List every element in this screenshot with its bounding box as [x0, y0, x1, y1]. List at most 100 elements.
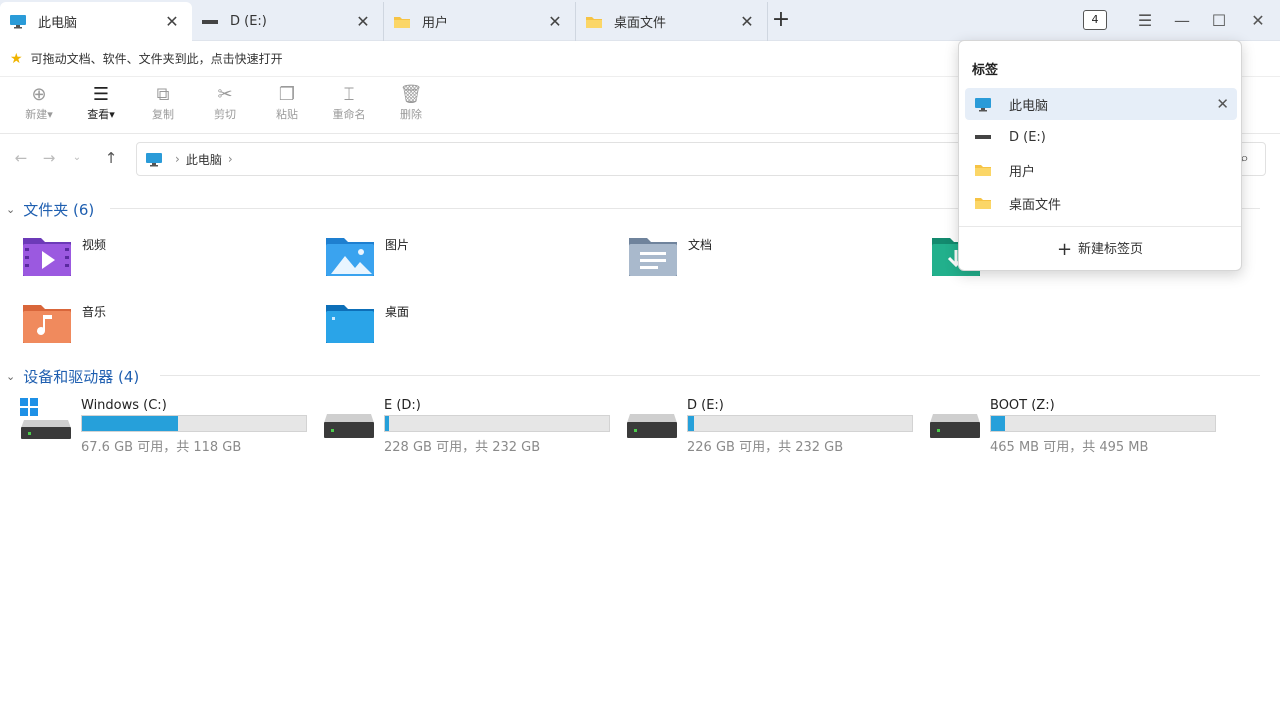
drive-usage-bar: [81, 415, 307, 432]
drive-icon: [973, 129, 993, 145]
tab-drive-e[interactable]: D (E:) ✕: [192, 2, 384, 41]
drive-usage-bar: [990, 415, 1216, 432]
new-tab-button[interactable]: +: [768, 8, 794, 34]
popup-item-drive-e[interactable]: D (E:): [965, 121, 1237, 153]
pictures-folder-icon: [326, 238, 374, 276]
drive-e[interactable]: D (E:) 226 GB 可用，共 232 GB: [626, 398, 916, 455]
folders-section-header[interactable]: ⌄ 文件夹 (6): [6, 199, 94, 220]
videos-folder-icon: [23, 238, 71, 276]
breadcrumb-separator: ›: [227, 152, 233, 166]
windows-drive-icon: [20, 398, 71, 439]
tab-title: 此电脑: [38, 16, 78, 31]
file-explorer-window: 此电脑 ✕ D (E:) ✕ 用户 ✕ 桌面文件 ✕ + 4 ☰ — ☐ ✕ ★…: [0, 0, 1280, 720]
delete-label: 删除: [400, 108, 422, 121]
up-icon[interactable]: ↑: [100, 147, 122, 169]
new-tab-menu-button[interactable]: + 新建标签页: [959, 238, 1241, 260]
popup-item-label: D (E:): [1009, 129, 1046, 145]
paste-button[interactable]: ❐ 粘贴: [260, 84, 314, 122]
menu-icon[interactable]: ☰: [1130, 8, 1160, 34]
popup-item-label: 此电脑: [1009, 98, 1049, 114]
folder-videos[interactable]: 视频: [22, 234, 106, 278]
star-icon: ★: [10, 50, 23, 67]
close-window-button[interactable]: ✕: [1243, 8, 1273, 34]
rename-label: 重命名: [332, 108, 366, 121]
folder-label: 桌面: [385, 305, 410, 319]
drive-z[interactable]: BOOT (Z:) 465 MB 可用，共 495 MB: [929, 398, 1219, 455]
drive-name: D (E:): [687, 398, 724, 413]
copy-label: 复制: [152, 108, 174, 121]
cut-label: 剪切: [214, 108, 236, 121]
close-icon[interactable]: ✕: [162, 12, 182, 31]
view-button[interactable]: ☰ 查看▾: [74, 84, 128, 122]
tab-title: 用户: [422, 16, 449, 31]
folder-label: 音乐: [82, 305, 107, 319]
drive-usage-bar: [384, 415, 610, 432]
cut-button[interactable]: ✂ 剪切: [198, 84, 252, 122]
drive-usage-bar: [687, 415, 913, 432]
scissors-icon: ✂: [217, 84, 233, 105]
drive-usage-fill: [385, 416, 390, 431]
drive-name: E (D:): [384, 398, 421, 413]
popup-item-users[interactable]: 用户: [965, 154, 1237, 186]
back-icon[interactable]: ←: [10, 147, 32, 169]
folder-documents[interactable]: 文档: [628, 234, 712, 278]
plus-icon: +: [1056, 239, 1073, 260]
chevron-down-icon: ⌄: [6, 203, 16, 216]
paste-label: 粘贴: [276, 108, 298, 121]
folder-label: 图片: [385, 238, 410, 252]
drive-usage-fill: [991, 416, 1005, 431]
copy-button[interactable]: ⧉ 复制: [136, 84, 190, 122]
tab-title: D (E:): [230, 14, 267, 29]
tab-desktop-files[interactable]: 桌面文件 ✕: [576, 2, 768, 41]
popup-item-this-pc[interactable]: 此电脑 ✕: [965, 88, 1237, 120]
popup-item-desktop-files[interactable]: 桌面文件: [965, 187, 1237, 219]
maximize-button[interactable]: ☐: [1204, 8, 1234, 34]
folder-pictures[interactable]: 图片: [325, 234, 409, 278]
drive-c[interactable]: Windows (C:) 67.6 GB 可用，共 118 GB: [20, 398, 310, 455]
close-icon[interactable]: ✕: [545, 12, 565, 31]
close-icon[interactable]: ✕: [353, 12, 373, 31]
plus-circle-icon: ⊕: [31, 84, 47, 105]
tab-count-button[interactable]: 4: [1083, 10, 1107, 30]
drive-name: BOOT (Z:): [990, 398, 1055, 413]
breadcrumb-this-pc[interactable]: 此电脑: [186, 151, 222, 168]
new-label: 新建: [25, 108, 48, 121]
folder-music[interactable]: 音乐: [22, 301, 106, 345]
drive-status: 228 GB 可用，共 232 GB: [384, 440, 541, 455]
tab-bar: 此电脑 ✕ D (E:) ✕ 用户 ✕ 桌面文件 ✕ + 4 ☰ — ☐ ✕: [0, 0, 1280, 41]
tab-users[interactable]: 用户 ✕: [384, 2, 576, 41]
close-icon[interactable]: ✕: [1216, 95, 1229, 113]
new-tab-label: 新建标签页: [1078, 242, 1144, 257]
divider: [160, 375, 1260, 376]
drive-status: 226 GB 可用，共 232 GB: [687, 440, 844, 455]
rename-button[interactable]: ⌶ 重命名: [322, 84, 376, 122]
chevron-down-icon[interactable]: ⌄: [66, 147, 88, 169]
folder-icon: [392, 14, 412, 30]
folder-label: 视频: [82, 238, 107, 252]
forward-icon[interactable]: →: [38, 147, 60, 169]
popup-item-label: 用户: [1009, 164, 1036, 180]
hard-drive-icon: [324, 414, 374, 438]
paste-icon: ❐: [278, 84, 296, 105]
rename-icon: ⌶: [343, 84, 355, 105]
copy-icon: ⧉: [156, 84, 170, 105]
drive-status: 67.6 GB 可用，共 118 GB: [81, 440, 242, 455]
tab-this-pc[interactable]: 此电脑 ✕: [0, 2, 192, 41]
hard-drive-icon: [930, 414, 980, 438]
delete-button[interactable]: 🗑 删除: [384, 84, 438, 122]
drive-d[interactable]: E (D:) 228 GB 可用，共 232 GB: [323, 398, 613, 455]
drives-section-header[interactable]: ⌄ 设备和驱动器 (4): [6, 366, 139, 387]
folder-icon: [973, 162, 993, 178]
folder-desktop[interactable]: 桌面: [325, 301, 409, 345]
view-label: 查看: [87, 108, 110, 121]
folder-label: 文档: [688, 238, 713, 252]
new-button[interactable]: ⊕ 新建▾: [12, 84, 66, 122]
music-folder-icon: [23, 305, 71, 343]
trash-icon: 🗑: [399, 84, 423, 105]
close-icon[interactable]: ✕: [737, 12, 757, 31]
tabs-popup: 标签 此电脑 ✕ D (E:) 用户 桌面文件 + 新建标签页: [958, 40, 1242, 271]
folders-section-title: 文件夹 (6): [23, 201, 95, 219]
hard-drive-icon: [627, 414, 677, 438]
drive-usage-fill: [688, 416, 694, 431]
minimize-button[interactable]: —: [1167, 8, 1197, 34]
